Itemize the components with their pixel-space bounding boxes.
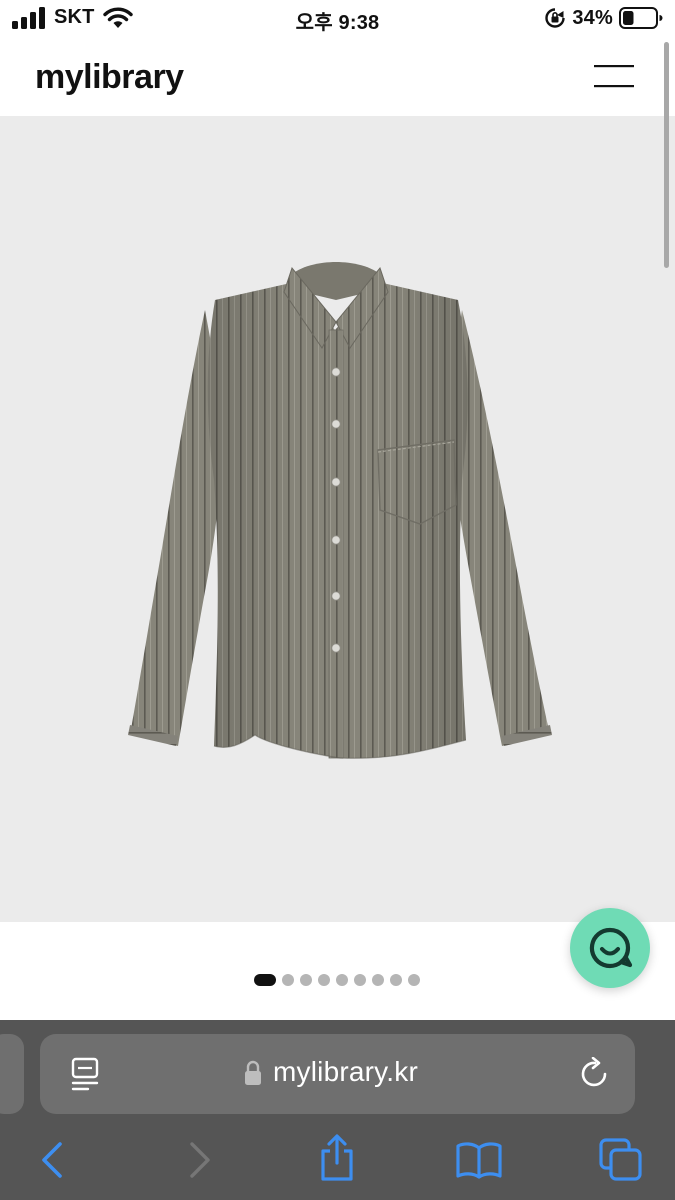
carousel-dot[interactable]	[372, 974, 384, 986]
hamburger-menu-icon	[594, 65, 634, 88]
site-logo[interactable]: mylibrary	[35, 58, 184, 97]
chat-smile-icon	[589, 927, 633, 969]
battery-percent: 34%	[572, 6, 613, 29]
previous-tab-preview[interactable]	[0, 1034, 24, 1114]
carousel-dot[interactable]	[318, 974, 330, 986]
browser-toolbar: mylibrary.kr	[0, 1020, 675, 1200]
carousel-pagination[interactable]	[254, 974, 420, 986]
chat-button[interactable]	[570, 908, 650, 988]
carousel-dot[interactable]	[390, 974, 402, 986]
carousel-dot[interactable]	[282, 974, 294, 986]
page-scroll-indicator	[664, 42, 669, 268]
shirt-image	[128, 262, 552, 759]
share-icon[interactable]	[318, 1133, 356, 1183]
product-hero-image[interactable]	[0, 116, 675, 922]
status-bar: SKT 오후 9:38 34%	[0, 0, 675, 38]
status-right: 34%	[544, 6, 663, 30]
bookmarks-icon[interactable]	[455, 1140, 503, 1180]
reader-mode-icon[interactable]	[70, 1056, 102, 1092]
carousel-dot-active[interactable]	[254, 974, 276, 986]
tabs-icon[interactable]	[598, 1137, 644, 1183]
menu-button[interactable]	[590, 60, 638, 94]
forward-arrow-icon[interactable]	[184, 1140, 214, 1180]
screen: SKT 오후 9:38 34% mylibrary mylibrary.kr	[0, 0, 675, 1200]
carousel-dot[interactable]	[300, 974, 312, 986]
back-arrow-icon[interactable]	[38, 1140, 68, 1180]
battery-icon	[619, 7, 663, 29]
site-header: mylibrary	[0, 38, 675, 116]
address-bar[interactable]: mylibrary.kr	[40, 1034, 635, 1114]
url-text: mylibrary.kr	[273, 1056, 418, 1087]
reload-icon[interactable]	[578, 1057, 612, 1091]
time-label: 오후 9:38	[295, 12, 380, 34]
carousel-dot[interactable]	[336, 974, 348, 986]
carousel-dot[interactable]	[354, 974, 366, 986]
carousel-dot[interactable]	[408, 974, 420, 986]
lock-icon	[245, 1060, 261, 1085]
orientation-lock-icon	[545, 8, 566, 28]
